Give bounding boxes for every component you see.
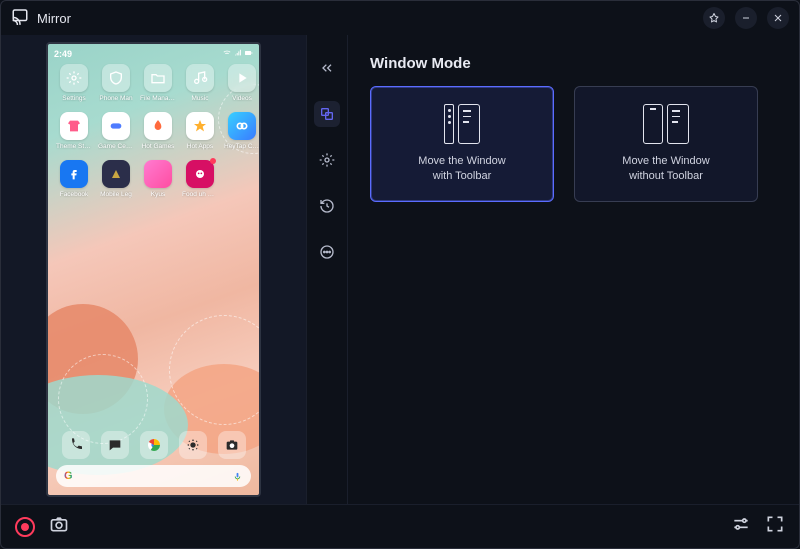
dock-messages[interactable] (101, 431, 129, 459)
pin-button[interactable] (703, 7, 725, 29)
app-icon-heytap-cloud[interactable]: HeyTap Cloud (224, 112, 260, 150)
card-label: Move the Window with Toolbar (418, 154, 505, 184)
title-bar: Mirror (1, 1, 799, 35)
gear-icon (319, 152, 335, 168)
google-logo-icon: G (64, 470, 73, 482)
phone-outline-icon (667, 104, 689, 144)
app-icon-videos[interactable]: Videos (224, 64, 260, 102)
app-icon-game-center[interactable]: Game Center (98, 112, 134, 150)
history-tool-button[interactable] (314, 193, 340, 219)
phone-dock (56, 431, 251, 459)
list-settings-button[interactable] (731, 514, 751, 539)
app-icon-file-manager[interactable]: File Manager (140, 64, 176, 102)
card-illustration (444, 104, 480, 144)
close-button[interactable] (767, 7, 789, 29)
app-icon-theme-store[interactable]: Theme Store (56, 112, 92, 150)
phone-status-icons (223, 49, 253, 59)
sliders-icon (731, 514, 751, 534)
phone-app-grid: Settings Phone Man File Manager Music Vi… (56, 64, 251, 198)
app-icon-mobile-legends[interactable]: Mobile Leg (98, 160, 134, 198)
fullscreen-icon (765, 514, 785, 534)
cast-icon (11, 7, 29, 30)
phone-search-bar[interactable]: G (56, 465, 251, 487)
phone-clock: 2:49 (54, 49, 72, 59)
app-title: Mirror (37, 11, 71, 26)
phone-status-bar: 2:49 (54, 49, 253, 59)
dock-chrome[interactable] (140, 431, 168, 459)
app-icon-hot-games[interactable]: Hot Games (140, 112, 176, 150)
app-window: Mirror 2:49 (0, 0, 800, 549)
fullscreen-button[interactable] (765, 514, 785, 539)
main-area: 2:49 Settings Phone Man File Manager Mus… (1, 35, 799, 504)
app-icon-facebook[interactable]: Facebook (56, 160, 92, 198)
windows-icon (319, 106, 335, 122)
bottom-bar (1, 504, 799, 548)
app-icon-kyus[interactable]: Kyus (140, 160, 176, 198)
app-icon-phone-manager[interactable]: Phone Man (98, 64, 134, 102)
app-icon-music[interactable]: Music (182, 64, 218, 102)
dock-phone[interactable] (62, 431, 90, 459)
wifi-icon (223, 49, 231, 57)
battery-icon (245, 49, 253, 57)
record-button[interactable] (15, 517, 35, 537)
signal-icon (234, 49, 242, 57)
chevrons-left-icon (319, 60, 335, 76)
app-icon-hot-apps[interactable]: Hot Apps (182, 112, 218, 150)
minimize-button[interactable] (735, 7, 757, 29)
collapse-toolbar-button[interactable] (314, 55, 340, 81)
phone-screen[interactable]: 2:49 Settings Phone Man File Manager Mus… (46, 42, 261, 497)
phone-preview-panel: 2:49 Settings Phone Man File Manager Mus… (1, 35, 306, 504)
mode-card-without-toolbar[interactable]: Move the Window without Toolbar (574, 86, 758, 202)
screenshot-button[interactable] (49, 514, 69, 539)
side-toolbar (306, 35, 348, 504)
mic-icon (232, 471, 243, 482)
phone-outline-icon (458, 104, 480, 144)
dock-camera[interactable] (218, 431, 246, 459)
mode-cards-row: Move the Window with Toolbar Move the Wi… (370, 86, 777, 202)
title-left: Mirror (11, 7, 71, 30)
history-icon (319, 198, 335, 214)
phone-outline-icon (643, 104, 663, 144)
section-title: Window Mode (370, 55, 777, 72)
card-illustration (643, 104, 689, 144)
app-icon-settings[interactable]: Settings (56, 64, 92, 102)
camera-icon (49, 514, 69, 534)
toolbar-icon (444, 104, 454, 144)
mode-card-with-toolbar[interactable]: Move the Window with Toolbar (370, 86, 554, 202)
more-tool-button[interactable] (314, 239, 340, 265)
app-icon-foodpanda[interactable]: Food uh M... (182, 160, 218, 198)
more-icon (319, 244, 335, 260)
window-mode-tool-button[interactable] (314, 101, 340, 127)
card-label: Move the Window without Toolbar (622, 154, 709, 184)
dock-gallery[interactable] (179, 431, 207, 459)
window-mode-panel: Window Mode Move the Window with Toolbar (348, 35, 799, 504)
settings-tool-button[interactable] (314, 147, 340, 173)
